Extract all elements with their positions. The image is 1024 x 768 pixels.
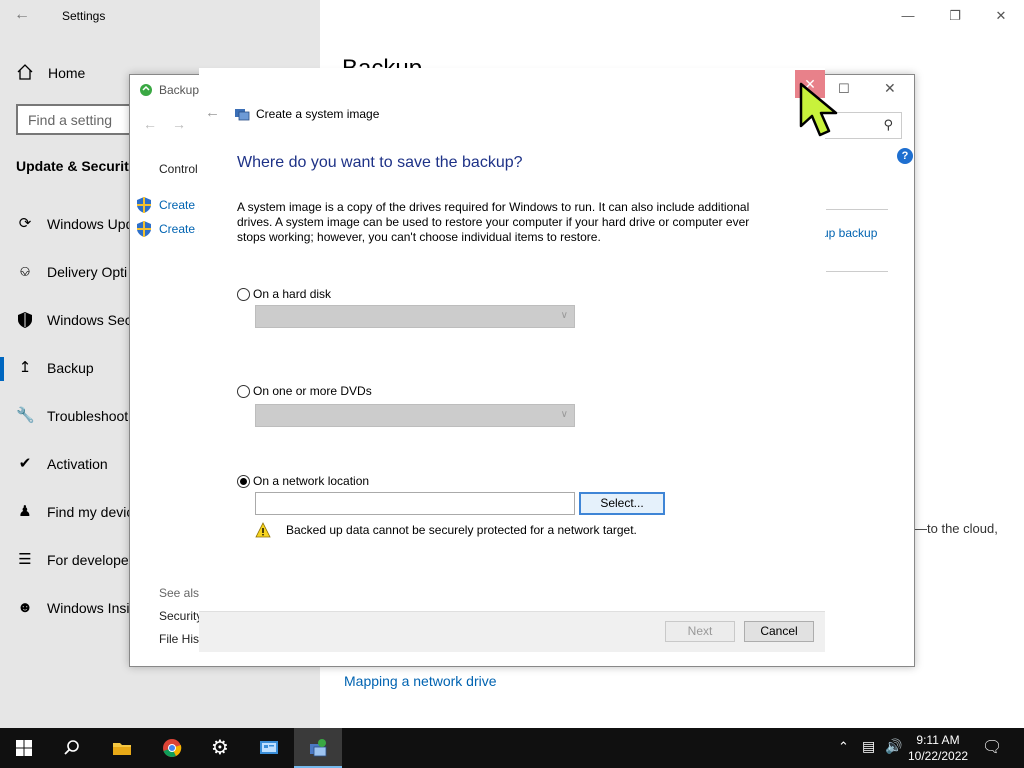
- divider: [826, 209, 888, 210]
- hard-disk-dropdown: ∨: [255, 305, 575, 328]
- network-path-input[interactable]: [255, 492, 575, 515]
- nav-label: Windows Sec: [47, 312, 132, 328]
- taskbar-search-button[interactable]: [48, 728, 96, 768]
- refresh-icon: ⟳: [18, 215, 32, 232]
- chevron-up-icon[interactable]: ⌃: [838, 739, 849, 768]
- chevron-down-icon: ∨: [560, 310, 568, 321]
- cp-back-icon[interactable]: ←: [143, 116, 157, 132]
- settings-gear-icon: ⚙: [211, 737, 229, 759]
- dvd-radio[interactable]: [237, 385, 250, 398]
- shield-icon: [18, 312, 32, 328]
- start-icon: [16, 740, 32, 756]
- search-icon: [64, 740, 79, 755]
- settings-close-button[interactable]: ✕: [991, 6, 1011, 26]
- set-up-backup-link[interactable]: up backup: [822, 226, 877, 240]
- notifications-icon[interactable]: 🗨: [982, 737, 1002, 768]
- wizard-description: A system image is a copy of the drives r…: [237, 200, 750, 244]
- wizard-heading: Where do you want to save the backup?: [237, 154, 523, 171]
- taskbar-chrome[interactable]: [148, 728, 196, 768]
- uac-shield-icon: [137, 221, 151, 237]
- taskbar-control-panel[interactable]: [245, 728, 293, 768]
- hard-disk-radio[interactable]: [237, 288, 250, 301]
- dvd-label[interactable]: On one or more DVDs: [253, 384, 372, 398]
- clock-date: 10/22/2022: [908, 749, 969, 763]
- help-icon[interactable]: ?: [897, 148, 913, 164]
- backup-app-icon: [140, 84, 152, 96]
- taskbar-backup-app[interactable]: [294, 728, 342, 768]
- home-icon: [17, 64, 33, 80]
- taskbar-file-explorer[interactable]: [98, 728, 146, 768]
- control-panel-icon: [260, 741, 278, 754]
- warning-icon: [255, 522, 271, 538]
- nav-label: For developer: [47, 552, 134, 568]
- chevron-down-icon: ∨: [560, 409, 568, 420]
- check-circle-icon: ✔: [18, 455, 32, 472]
- file-explorer-icon: [113, 743, 131, 755]
- taskbar-settings[interactable]: ⚙: [196, 728, 244, 768]
- uac-shield-icon: [137, 197, 151, 213]
- hard-disk-label[interactable]: On a hard disk: [253, 287, 331, 301]
- cloud-text: —to the cloud,: [914, 521, 998, 536]
- dvd-dropdown: ∨: [255, 404, 575, 427]
- nav-label: Troubleshoot: [47, 408, 129, 424]
- divider: [826, 271, 888, 272]
- cancel-button[interactable]: Cancel: [744, 621, 814, 642]
- nav-label: Find my devic: [47, 504, 134, 520]
- volume-icon[interactable]: 🔊: [885, 738, 902, 768]
- wizard-title: Create a system image: [256, 107, 380, 121]
- see-also-file-history-link[interactable]: File His: [159, 632, 199, 646]
- select-network-button[interactable]: Select...: [579, 492, 665, 515]
- start-button[interactable]: [0, 728, 48, 768]
- settings-window-title: Settings: [62, 9, 106, 23]
- developer-icon: ☰: [18, 551, 32, 568]
- wizard-back-icon[interactable]: ←: [205, 104, 220, 121]
- section-heading: Update & Security: [16, 158, 137, 174]
- nav-label: Windows Insi: [47, 600, 130, 616]
- nav-label: Activation: [47, 456, 108, 472]
- cp-close-button[interactable]: ✕: [884, 80, 900, 96]
- chrome-icon: [163, 739, 182, 757]
- mouse-cursor-icon: [799, 82, 838, 137]
- search-icon: ⚲: [883, 117, 893, 132]
- cp-breadcrumb[interactable]: Control: [159, 162, 198, 176]
- back-arrow-icon[interactable]: ←: [14, 6, 34, 26]
- network-location-radio[interactable]: [237, 475, 250, 488]
- mapping-network-drive-link[interactable]: Mapping a network drive: [344, 673, 497, 689]
- insider-icon: ☻: [17, 599, 33, 616]
- see-also-security-link[interactable]: Security: [159, 609, 202, 623]
- backup-icon: ↥: [18, 359, 32, 376]
- wrench-icon: 🔧: [16, 407, 35, 424]
- taskbar-clock[interactable]: 9:11 AM 10/22/2022: [908, 732, 968, 764]
- find-setting-placeholder: Find a setting: [28, 112, 113, 128]
- delivery-icon: ⎉: [18, 263, 31, 280]
- next-button[interactable]: Next: [665, 621, 735, 642]
- cp-forward-icon[interactable]: →: [172, 116, 186, 132]
- system-image-icon: [235, 109, 250, 121]
- person-icon: ♟: [18, 503, 32, 520]
- network-warning-text: Backed up data cannot be securely protec…: [286, 523, 637, 537]
- nav-label: Delivery Opti: [47, 264, 128, 280]
- taskbar: ⚙ ⌃ ▤ 🔊 9:11 AM 10/22/2022 🗨: [0, 728, 1024, 768]
- restore-button[interactable]: ❐: [945, 6, 965, 26]
- network-location-label[interactable]: On a network location: [253, 474, 369, 488]
- nav-label: Windows Upd: [47, 216, 134, 232]
- cp-window-title: Backup: [159, 83, 200, 97]
- clock-time: 9:11 AM: [916, 733, 960, 747]
- minimize-button[interactable]: —: [898, 6, 918, 26]
- home-nav-label[interactable]: Home: [48, 65, 85, 81]
- nav-label: Backup: [47, 360, 94, 376]
- backup-app-icon: [310, 739, 327, 757]
- network-icon[interactable]: ▤: [862, 738, 875, 768]
